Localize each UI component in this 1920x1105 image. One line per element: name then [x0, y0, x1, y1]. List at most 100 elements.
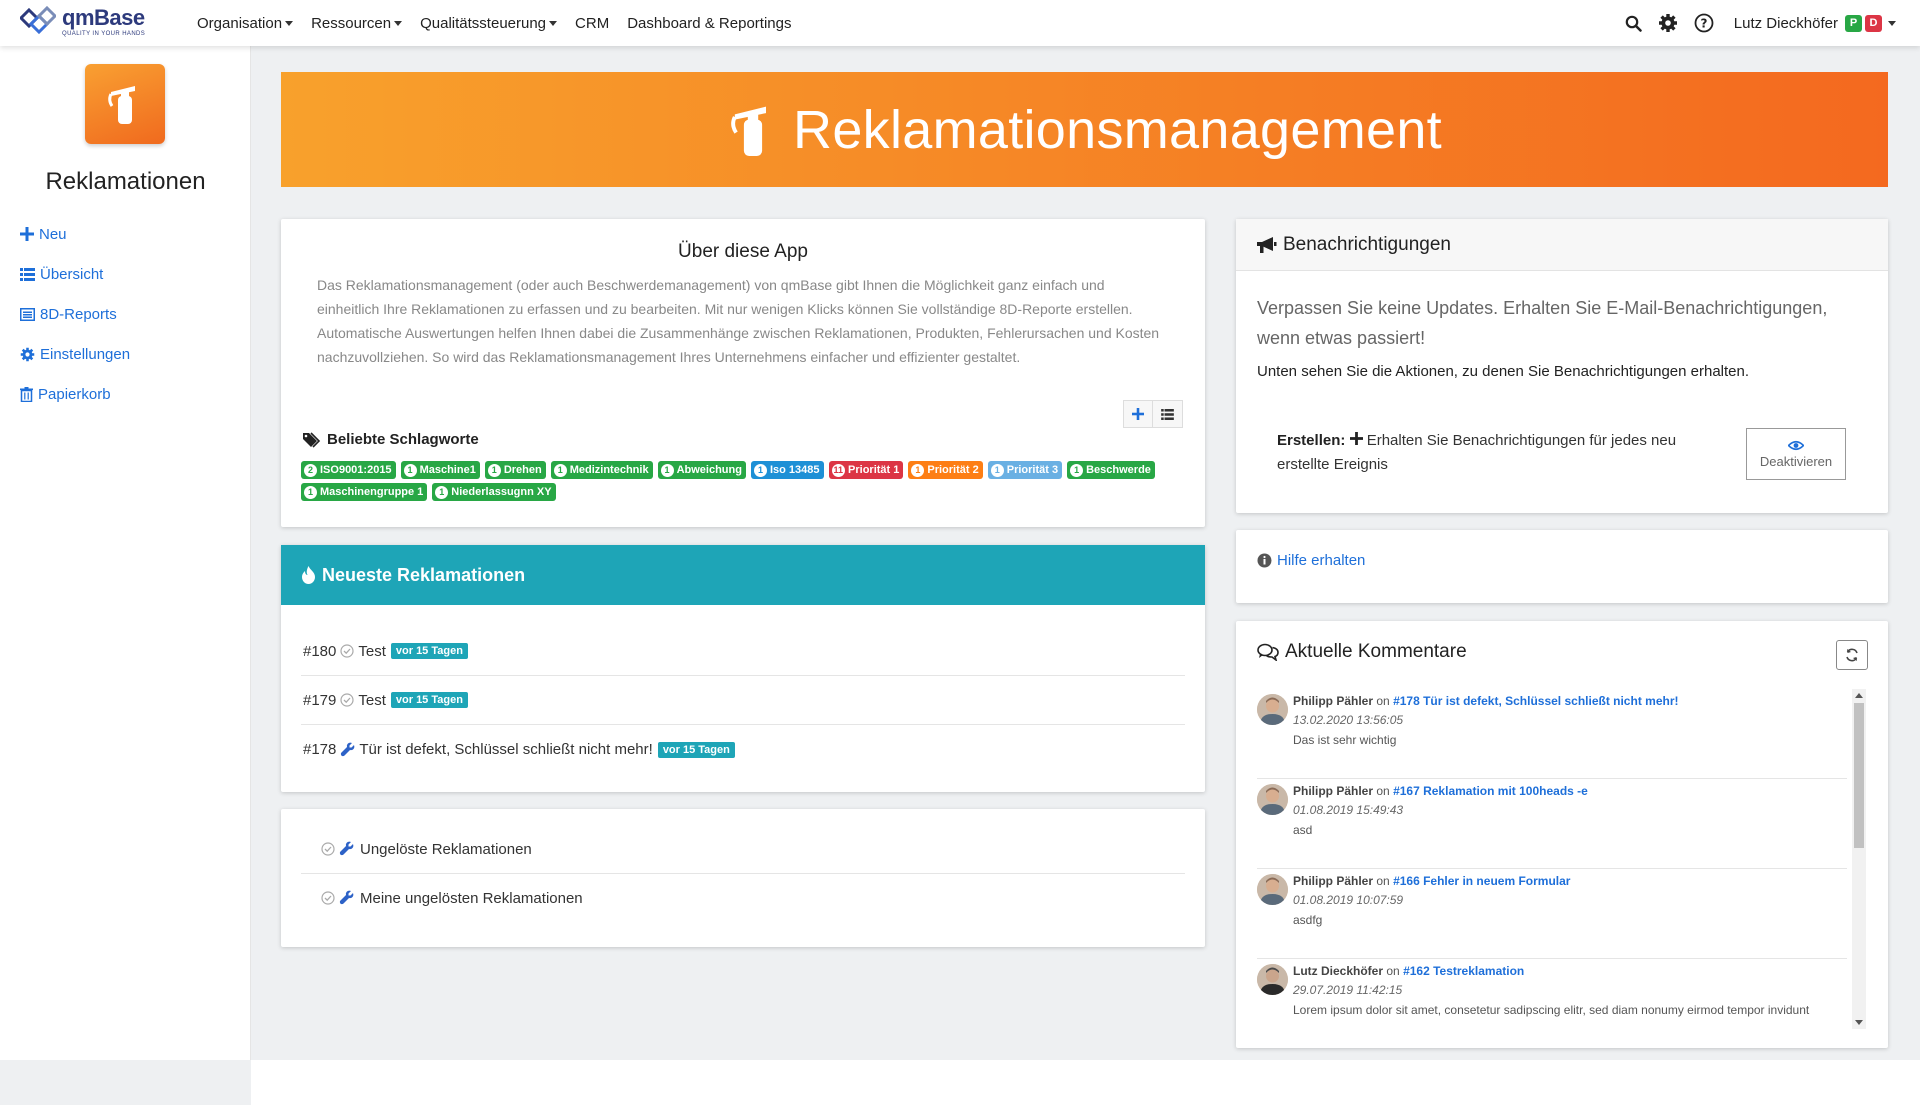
- logo-tagline: QUALITY IN YOUR HANDS: [62, 31, 146, 37]
- recent-list: #180 Test vor 15 Tagen #179 Test vor 15 Tagen…: [301, 627, 1185, 774]
- tag-count: 1: [435, 485, 449, 499]
- tag-badge[interactable]: 1 Priorität 3: [987, 461, 1063, 479]
- sidebar-item-neu[interactable]: Neu: [20, 214, 130, 254]
- comment-author: Philipp Pähler: [1293, 874, 1374, 888]
- comment-header: Philipp Pähler on #166 Fehler in neuem F…: [1293, 874, 1847, 888]
- add-button[interactable]: [1123, 400, 1153, 428]
- comment-header: Philipp Pähler on #167 Reklamation mit 1…: [1293, 784, 1847, 798]
- menu-crm[interactable]: CRM: [575, 15, 609, 32]
- sidebar-item-8d-reports[interactable]: 8D-Reports: [20, 294, 130, 334]
- comment-item: Philipp Pähler on #167 Reklamation mit 1…: [1257, 779, 1847, 869]
- scroll-thumb[interactable]: [1854, 703, 1864, 848]
- tag-count: 1: [753, 463, 767, 477]
- tag-badge[interactable]: 1 Niederlassugnn XY: [432, 483, 556, 501]
- menu-organisation-label: Organisation: [197, 14, 283, 32]
- recent-complaints-card: Neueste Reklamationen #180 Test vor 15 Tag…: [281, 545, 1205, 792]
- comments-icon: [1257, 643, 1279, 661]
- menu-organisation[interactable]: Organisation: [197, 14, 294, 32]
- comments-title: Aktuelle Kommentare: [1285, 641, 1467, 662]
- footer-strip: [251, 1060, 1920, 1105]
- sidebar-item-papierkorb[interactable]: Papierkorb: [20, 374, 130, 414]
- bullhorn-icon: [1257, 236, 1277, 253]
- menu-ressourcen[interactable]: Ressourcen: [311, 15, 403, 32]
- tag-badge[interactable]: 1 Priorität 2: [908, 461, 983, 479]
- search-icon[interactable]: [1625, 15, 1642, 32]
- tag-label: Maschine1: [419, 464, 476, 476]
- tag-label: Priorität 3: [1006, 464, 1059, 476]
- list-icon: [20, 267, 35, 281]
- filter-link[interactable]: Ungelöste Reklamationen: [301, 825, 1185, 874]
- comment-link[interactable]: #166 Fehler in neuem Formular: [1393, 874, 1570, 888]
- deactivate-label: Deaktivieren: [1759, 453, 1833, 469]
- caret-down-icon: [549, 20, 558, 26]
- recent-header: Neueste Reklamationen: [281, 545, 1205, 605]
- check-circle-icon: [321, 842, 335, 856]
- tag-badge[interactable]: 1 Drehen: [484, 461, 546, 479]
- comment-date: 13.02.2020 13:56:05: [1293, 713, 1404, 727]
- complaint-row[interactable]: #179 Test vor 15 Tagen: [301, 676, 1185, 725]
- refresh-button[interactable]: [1836, 640, 1868, 670]
- tag-label: Beschwerde: [1086, 464, 1151, 476]
- caret-down-icon: [394, 20, 403, 26]
- status-icon: [340, 693, 354, 707]
- comment-link[interactable]: #162 Testreklamation: [1403, 964, 1524, 978]
- tag-badge[interactable]: 2 ISO9001:2015: [301, 461, 396, 479]
- tag-badge[interactable]: 1 Abweichung: [657, 461, 746, 479]
- caret-down-icon: [285, 20, 294, 26]
- notifications-header: Benachrichtigungen: [1236, 219, 1888, 271]
- avatar: [1257, 784, 1288, 815]
- list-button[interactable]: [1153, 400, 1183, 428]
- comment-date: 01.08.2019 10:07:59: [1293, 893, 1404, 907]
- filter-link[interactable]: Meine ungelösten Reklamationen: [301, 874, 1185, 923]
- plus-icon: [1349, 432, 1363, 445]
- comment-link[interactable]: #167 Reklamation mit 100heads -e: [1393, 784, 1588, 798]
- notification-action: Erstellen: Erhalten Sie Benachrichtigung…: [1277, 429, 1707, 477]
- deactivate-button[interactable]: Deaktivieren: [1746, 428, 1846, 480]
- sidebar-nav: Neu Übersicht 8D-Reports Einstellungen P…: [20, 214, 130, 414]
- user-name: Lutz Dieckhöfer: [1733, 14, 1838, 32]
- tag-badge[interactable]: 1 Medizintechnik: [550, 461, 653, 479]
- comment-text: Das ist sehr wichtig: [1293, 733, 1397, 747]
- wrench-status: [339, 890, 354, 909]
- comment-on: on: [1376, 694, 1390, 708]
- list-icon: [1161, 408, 1174, 420]
- help-link[interactable]: Hilfe erhalten: [1257, 552, 1365, 569]
- sidebar-item-einstellungen[interactable]: Einstellungen: [20, 334, 130, 374]
- complaint-title: Test: [358, 642, 386, 660]
- sidebar-item-uebersicht[interactable]: Übersicht: [20, 254, 130, 294]
- sidebar-item-label: Übersicht: [40, 265, 104, 283]
- tag-badge[interactable]: 1 Beschwerde: [1067, 461, 1155, 479]
- banner-title: Reklamationsmanagement: [793, 99, 1442, 160]
- gear-icon[interactable]: [1658, 13, 1678, 33]
- complaint-row[interactable]: #178 Tür ist defekt, Schlüssel schließt n…: [301, 725, 1185, 774]
- tags-title: Beliebte Schlagworte: [327, 431, 479, 448]
- check-circle-status: [321, 891, 335, 909]
- scroll-up-icon[interactable]: [1855, 693, 1863, 698]
- menu-qualitaetssteuerung[interactable]: Qualitätssteuerung: [420, 15, 558, 32]
- notifications-card: Benachrichtigungen Verpassen Sie keine U…: [1236, 219, 1888, 513]
- tag-label: Priorität 2: [927, 464, 979, 476]
- user-menu[interactable]: Lutz Dieckhöfer P D: [1733, 14, 1896, 32]
- complaint-row[interactable]: #180 Test vor 15 Tagen: [301, 627, 1185, 676]
- tag-badge[interactable]: 1 Maschine1: [400, 461, 480, 479]
- comment-link[interactable]: #178 Tür ist defekt, Schlüssel schließt …: [1393, 694, 1678, 708]
- top-navbar: qmBase QUALITY IN YOUR HANDS Organisatio…: [0, 0, 1920, 46]
- notifications-lead: Verpassen Sie keine Updates. Erhalten Si…: [1257, 298, 1828, 348]
- fire-icon: [302, 566, 315, 584]
- comment-text: asdfg: [1293, 913, 1323, 927]
- sidebar: Reklamationen Neu Übersicht 8D-Reports E…: [0, 46, 251, 1060]
- tag-badge[interactable]: 1 Maschinengruppe 1: [301, 483, 428, 501]
- comments-scrollbar[interactable]: [1852, 689, 1866, 1029]
- age-badge: vor 15 Tagen: [657, 741, 735, 758]
- notifications-sub: Unten sehen Sie die Aktionen, zu denen S…: [1257, 363, 1750, 380]
- qmbase-logo[interactable]: qmBase QUALITY IN YOUR HANDS: [20, 6, 145, 38]
- tag-badge[interactable]: 11 Priorität 1: [828, 461, 904, 479]
- tag-badge[interactable]: 1 Iso 13485: [750, 461, 824, 479]
- help-icon[interactable]: ?: [1694, 13, 1714, 33]
- app-icon[interactable]: [85, 64, 165, 144]
- menu-dashboard[interactable]: Dashboard & Reportings: [627, 15, 791, 32]
- about-card: Über diese App Das Reklamationsmanagemen…: [281, 219, 1205, 527]
- table-icon: [20, 307, 35, 321]
- menu-dashboard-label: Dashboard & Reportings: [627, 14, 792, 32]
- scroll-down-icon[interactable]: [1855, 1020, 1863, 1025]
